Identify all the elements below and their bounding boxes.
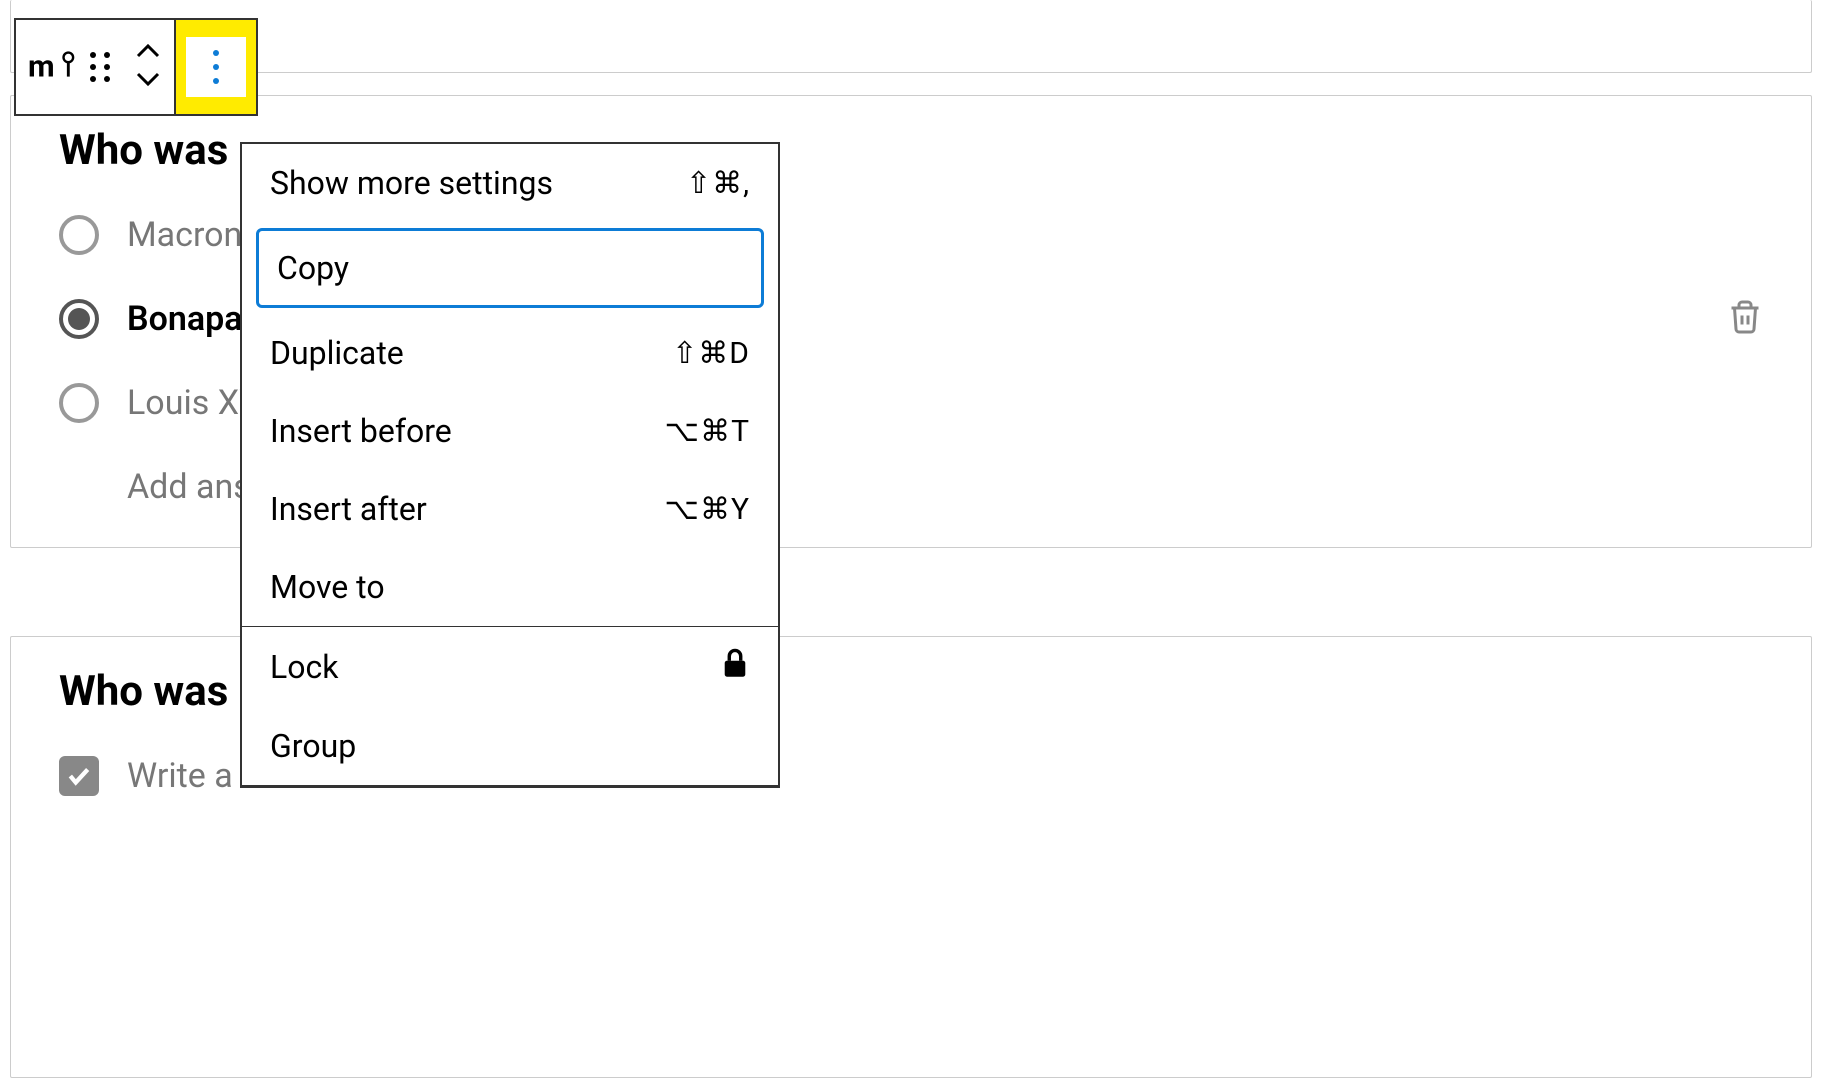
menu-item-label: Insert after bbox=[270, 490, 427, 528]
lock-icon bbox=[720, 647, 750, 687]
radio-inner bbox=[68, 308, 90, 330]
menu-item-label: Copy bbox=[277, 249, 349, 287]
menu-item-show-more-settings[interactable]: Show more settings ⇧⌘, bbox=[242, 144, 778, 222]
menu-item-label: Move to bbox=[270, 568, 385, 606]
svg-text:m: m bbox=[28, 51, 55, 83]
move-down-icon[interactable] bbox=[134, 70, 162, 92]
menu-item-move-to[interactable]: Move to bbox=[242, 548, 778, 626]
move-arrows bbox=[134, 42, 162, 92]
menu-item-insert-after[interactable]: Insert after ⌥⌘Y bbox=[242, 470, 778, 548]
radio-button[interactable] bbox=[59, 383, 99, 423]
menu-item-duplicate[interactable]: Duplicate ⇧⌘D bbox=[242, 314, 778, 392]
drag-handle-icon[interactable] bbox=[84, 43, 116, 91]
menu-item-lock[interactable]: Lock bbox=[242, 627, 778, 707]
radio-button-selected[interactable] bbox=[59, 299, 99, 339]
checkbox-checked[interactable] bbox=[59, 756, 99, 796]
more-options-highlight bbox=[176, 20, 256, 114]
menu-divider bbox=[242, 785, 778, 786]
menu-item-insert-before[interactable]: Insert before ⌥⌘T bbox=[242, 392, 778, 470]
menu-shortcut: ⌥⌘Y bbox=[664, 492, 750, 527]
block-top-partial bbox=[10, 0, 1812, 73]
radio-button[interactable] bbox=[59, 215, 99, 255]
move-up-icon[interactable] bbox=[134, 42, 162, 64]
block-toolbar: m bbox=[14, 18, 258, 116]
menu-item-label: Lock bbox=[270, 648, 338, 686]
menu-item-copy[interactable]: Copy bbox=[256, 228, 764, 308]
menu-item-group[interactable]: Group bbox=[242, 707, 778, 785]
menu-shortcut: ⇧⌘, bbox=[686, 166, 750, 201]
block-type-icon[interactable]: m bbox=[28, 43, 76, 91]
toolbar-section-block: m bbox=[16, 20, 176, 114]
delete-icon[interactable] bbox=[1727, 299, 1763, 339]
block-options-menu: Show more settings ⇧⌘, Copy Duplicate ⇧⌘… bbox=[240, 142, 780, 788]
option-label[interactable]: Macron bbox=[127, 215, 242, 255]
more-options-button[interactable] bbox=[186, 37, 246, 97]
menu-shortcut: ⌥⌘T bbox=[665, 414, 750, 449]
menu-item-label: Show more settings bbox=[270, 164, 553, 202]
option-label[interactable]: Write a bbox=[127, 756, 233, 796]
menu-item-label: Duplicate bbox=[270, 334, 404, 372]
menu-shortcut: ⇧⌘D bbox=[672, 336, 750, 371]
menu-item-label: Group bbox=[270, 727, 356, 765]
menu-item-label: Insert before bbox=[270, 412, 452, 450]
